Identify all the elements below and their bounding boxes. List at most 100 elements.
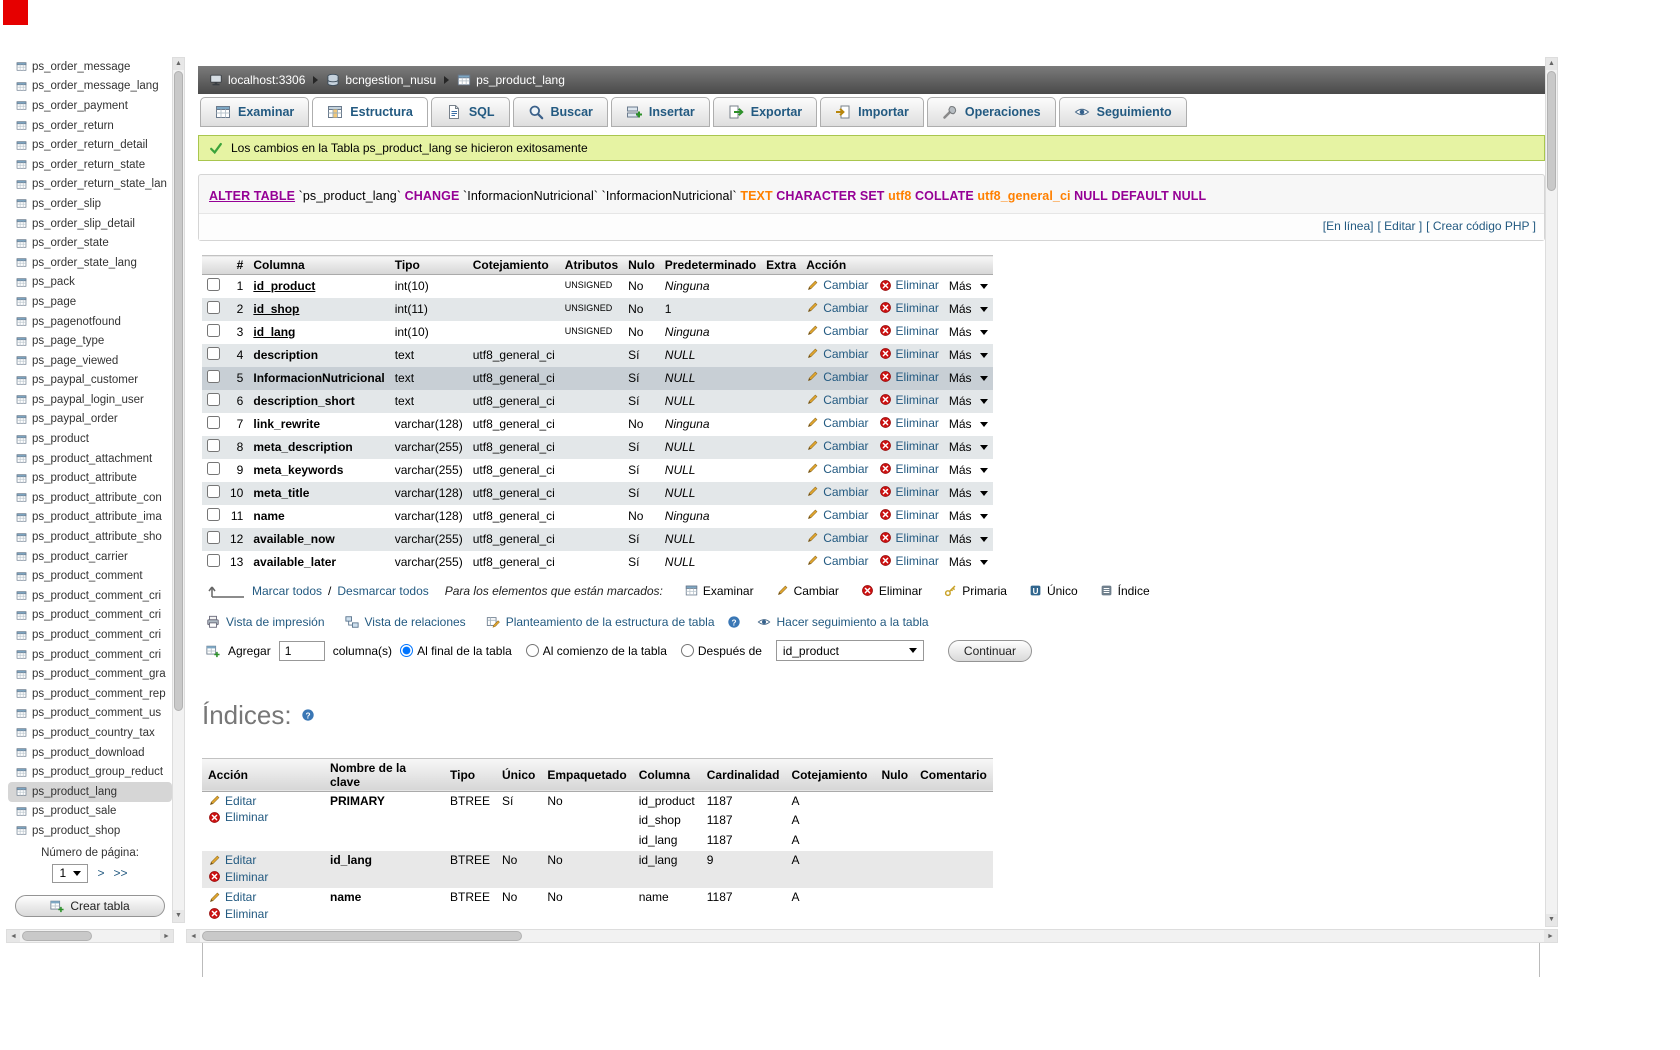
drop-column-link[interactable]: Eliminar [879, 554, 939, 568]
sidebar-table-item[interactable]: ps_order_state [8, 233, 172, 253]
drop-column-link[interactable]: Eliminar [879, 485, 939, 499]
change-column-link[interactable]: Cambiar [806, 508, 869, 522]
drop-column-link[interactable]: Eliminar [879, 531, 939, 545]
change-column-link[interactable]: Cambiar [806, 278, 869, 292]
more-dropdown[interactable]: Más [949, 509, 988, 523]
sidebar-table-item[interactable]: ps_order_message_lang [8, 77, 172, 97]
more-dropdown[interactable]: Más [949, 417, 988, 431]
propose-structure-link[interactable]: Planteamiento de la estructura de tabla [486, 615, 715, 629]
print-view-link[interactable]: Vista de impresión [206, 615, 325, 629]
breadcrumb-table-link[interactable]: ps_product_lang [457, 73, 565, 87]
create-php-code-link[interactable]: [ Crear código PHP ] [1426, 219, 1536, 233]
scroll-up-arrow[interactable]: ▲ [1546, 58, 1557, 70]
last-page-link[interactable]: >> [114, 866, 128, 880]
tab-examinar[interactable]: Examinar [200, 97, 310, 127]
sidebar-table-item[interactable]: ps_product_comment_rep [8, 684, 172, 704]
scroll-track[interactable] [20, 930, 160, 942]
relations-view-link[interactable]: Vista de relaciones [345, 615, 466, 629]
check-all-link[interactable]: Marcar todos [252, 584, 322, 598]
more-dropdown[interactable]: Más [949, 555, 988, 569]
change-column-link[interactable]: Cambiar [806, 485, 869, 499]
next-page-link[interactable]: > [97, 866, 104, 880]
tab-importar[interactable]: Importar [820, 97, 924, 127]
more-dropdown[interactable]: Más [949, 279, 988, 293]
breadcrumb-database-link[interactable]: bcngestion_nusu [326, 73, 436, 87]
sidebar-table-item[interactable]: ps_product_carrier [8, 547, 172, 567]
sidebar-table-item[interactable]: ps_product_comment_cri [8, 645, 172, 665]
change-column-link[interactable]: Cambiar [806, 439, 869, 453]
sidebar-table-item[interactable]: ps_product_attribute [8, 468, 172, 488]
sidebar-table-item[interactable]: ps_order_return_state [8, 155, 172, 175]
track-table-link[interactable]: Hacer seguimiento a la tabla [757, 615, 929, 629]
scroll-thumb[interactable] [202, 931, 522, 941]
sidebar-table-item[interactable]: ps_product_group_reduct [8, 762, 172, 782]
drop-column-link[interactable]: Eliminar [879, 324, 939, 338]
page-number-select[interactable]: 1 [52, 863, 89, 883]
change-column-link[interactable]: Cambiar [806, 531, 869, 545]
row-checkbox[interactable] [207, 393, 220, 406]
more-dropdown[interactable]: Más [949, 463, 988, 477]
row-checkbox[interactable] [207, 416, 220, 429]
tab-estructura[interactable]: Estructura [312, 97, 428, 127]
drop-column-link[interactable]: Eliminar [879, 416, 939, 430]
change-column-link[interactable]: Cambiar [806, 462, 869, 476]
sidebar-table-item[interactable]: ps_product_download [8, 743, 172, 763]
index-drop-link[interactable]: Eliminar [208, 907, 268, 921]
row-checkbox[interactable] [207, 439, 220, 452]
tab-seguimiento[interactable]: Seguimiento [1058, 97, 1187, 127]
drop-column-link[interactable]: Eliminar [879, 462, 939, 476]
drop-column-link[interactable]: Eliminar [879, 439, 939, 453]
sidebar-table-item[interactable]: ps_order_message [8, 57, 172, 77]
change-column-link[interactable]: Cambiar [806, 393, 869, 407]
change-column-link[interactable]: Cambiar [806, 301, 869, 315]
continue-button[interactable]: Continuar [947, 639, 1032, 662]
drop-column-link[interactable]: Eliminar [879, 301, 939, 315]
more-dropdown[interactable]: Más [949, 302, 988, 316]
scroll-thumb[interactable] [174, 71, 183, 711]
scroll-left-arrow[interactable]: ◄ [187, 930, 200, 942]
change-column-link[interactable]: Cambiar [806, 416, 869, 430]
selected-unique-button[interactable]: Único [1029, 584, 1078, 598]
sidebar-table-item[interactable]: ps_page [8, 292, 172, 312]
index-drop-link[interactable]: Eliminar [208, 870, 268, 884]
drop-column-link[interactable]: Eliminar [879, 508, 939, 522]
index-edit-link[interactable]: Editar [208, 890, 256, 904]
sidebar-table-item[interactable]: ps_pagenotfound [8, 312, 172, 332]
row-checkbox[interactable] [207, 370, 220, 383]
index-drop-link[interactable]: Eliminar [208, 810, 268, 824]
scroll-track[interactable] [200, 930, 1544, 942]
sql-keyword-link[interactable]: ALTER TABLE [209, 189, 295, 203]
sidebar-table-item[interactable]: ps_product [8, 429, 172, 449]
sidebar-table-item[interactable]: ps_product_country_tax [8, 723, 172, 743]
scroll-left-arrow[interactable]: ◄ [7, 930, 20, 942]
create-table-button[interactable]: Crear tabla [15, 894, 165, 917]
more-dropdown[interactable]: Más [949, 325, 988, 339]
position-end-radio[interactable] [400, 644, 414, 657]
row-checkbox[interactable] [207, 554, 220, 567]
scroll-thumb[interactable] [22, 931, 92, 941]
sidebar-table-item[interactable]: ps_paypal_customer [8, 371, 172, 391]
row-checkbox[interactable] [207, 531, 220, 544]
position-after-radio[interactable] [680, 644, 694, 657]
sidebar-table-item[interactable]: ps_paypal_login_user [8, 390, 172, 410]
sidebar-table-item[interactable]: ps_product_attribute_sho [8, 527, 172, 547]
sidebar-table-item[interactable]: ps_page_type [8, 331, 172, 351]
sidebar-table-item[interactable]: ps_product_attribute_ima [8, 508, 172, 528]
row-checkbox[interactable] [207, 324, 220, 337]
sidebar-table-item[interactable]: ps_pack [8, 273, 172, 293]
row-checkbox[interactable] [207, 485, 220, 498]
sidebar-table-item[interactable]: ps_product_attachment [8, 449, 172, 469]
sidebar-table-item[interactable]: ps_order_return_state_lan [8, 175, 172, 195]
drop-column-link[interactable]: Eliminar [879, 393, 939, 407]
uncheck-all-link[interactable]: Desmarcar todos [337, 584, 428, 598]
sidebar-table-item[interactable]: ps_order_slip [8, 194, 172, 214]
change-column-link[interactable]: Cambiar [806, 554, 869, 568]
sidebar-table-item[interactable]: ps_order_payment [8, 96, 172, 116]
scroll-right-arrow[interactable]: ► [1544, 930, 1557, 942]
tab-buscar[interactable]: Buscar [512, 97, 608, 127]
scroll-track[interactable] [1546, 70, 1557, 914]
sidebar-table-item[interactable]: ps_order_slip_detail [8, 214, 172, 234]
sidebar-table-item[interactable]: ps_product_comment_gra [8, 664, 172, 684]
breadcrumb-server-link[interactable]: localhost:3306 [209, 73, 305, 87]
selected-index-button[interactable]: Índice [1100, 584, 1150, 598]
